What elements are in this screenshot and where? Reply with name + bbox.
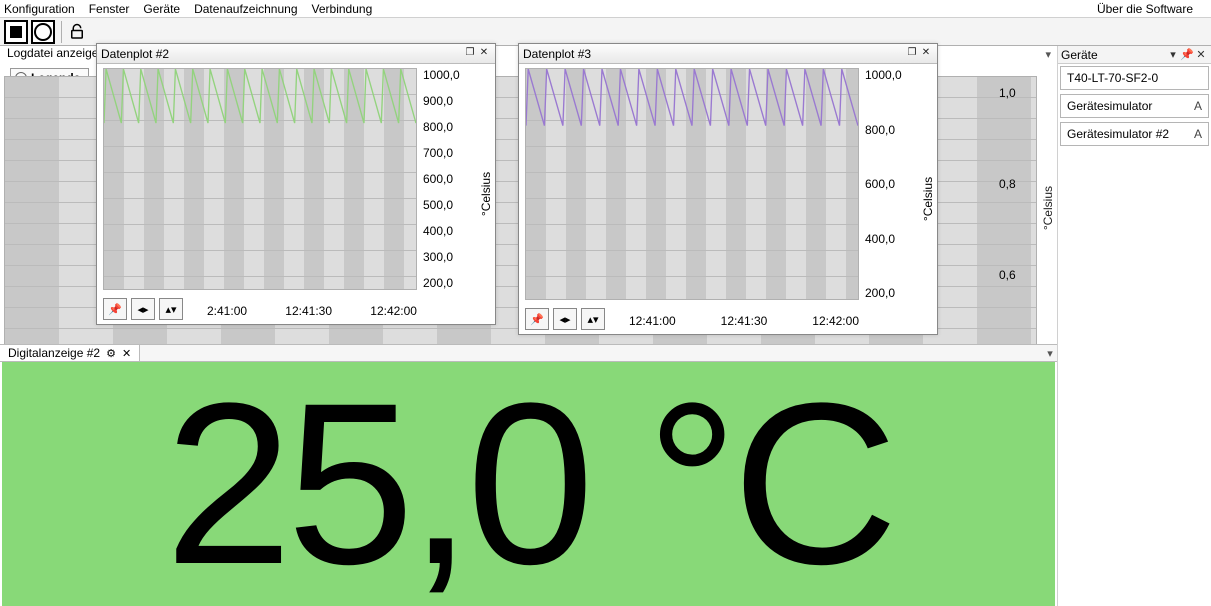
plot3-pin-button[interactable]: 📌 <box>525 308 549 330</box>
plot2-zoom-button[interactable]: ▴▾ <box>159 298 183 320</box>
digital-tab[interactable]: Digitalanzeige #2 ⚙ ✕ <box>0 345 140 361</box>
devices-dropdown-icon[interactable]: ▾ <box>1166 48 1180 61</box>
devices-pin-icon[interactable]: 📌 <box>1180 48 1194 61</box>
plot3-chart <box>525 68 859 300</box>
digital-display: 25,0 °C <box>2 362 1055 606</box>
plot3-toolbar: 📌 ◂▸ ▴▾ <box>525 308 605 330</box>
devices-list: T40-LT-70-SF2-0 Gerätesimulator A Geräte… <box>1058 64 1211 148</box>
plot3-maximize-icon[interactable]: ❐ <box>905 47 919 61</box>
digital-pin-icon[interactable]: ▾ <box>1043 347 1057 360</box>
plot2-toolbar: 📌 ◂▸ ▴▾ <box>103 298 183 320</box>
close-icon[interactable]: ✕ <box>122 347 131 360</box>
plot3-zoom-button[interactable]: ▴▾ <box>581 308 605 330</box>
menu-konfiguration[interactable]: Konfiguration <box>4 2 75 16</box>
device-item[interactable]: Gerätesimulator #2 A <box>1060 122 1209 146</box>
plot2-y-ticks: 1000,0900,0800,0700,0600,0500,0400,0300,… <box>423 68 477 290</box>
digital-value: 25,0 °C <box>165 369 893 599</box>
stop-button[interactable] <box>4 20 28 44</box>
menubar: Konfiguration Fenster Geräte Datenaufzei… <box>0 0 1211 18</box>
menu-fenster[interactable]: Fenster <box>89 2 130 16</box>
plot3-title: Datenplot #3 <box>523 47 905 61</box>
background-area: Logdatei anzeigen ▾ ▾ Legende °Celsius 1… <box>0 46 1057 606</box>
plot2-titlebar[interactable]: Datenplot #2 ❐ ✕ <box>97 44 495 64</box>
plot2-close-icon[interactable]: ✕ <box>477 47 491 61</box>
menu-verbindung[interactable]: Verbindung <box>312 2 373 16</box>
plot2-y-axis-label: °Celsius <box>479 172 493 216</box>
device-item[interactable]: T40-LT-70-SF2-0 <box>1060 66 1209 90</box>
plot3-titlebar[interactable]: Datenplot #3 ❐ ✕ <box>519 44 937 64</box>
lock-icon[interactable] <box>65 20 89 44</box>
toolbar <box>0 18 1211 46</box>
plot3-pan-button[interactable]: ◂▸ <box>553 308 577 330</box>
plot3-y-axis-label: °Celsius <box>921 177 935 221</box>
bg-y-axis-label: °Celsius <box>1041 186 1055 230</box>
plot2-pan-button[interactable]: ◂▸ <box>131 298 155 320</box>
plot2-x-ticks: 2:41:0012:41:3012:42:00 <box>207 304 417 318</box>
plot3-y-ticks: 1000,0800,0600,0400,0200,0 <box>865 68 919 300</box>
menu-about[interactable]: Über die Software <box>1097 2 1193 16</box>
devices-header-label: Geräte <box>1061 48 1166 62</box>
devices-panel: Geräte ▾ 📌 ✕ T40-LT-70-SF2-0 Gerätesimul… <box>1057 46 1211 606</box>
plot-window-3[interactable]: Datenplot #3 ❐ ✕ ▾ Legende <box>518 43 938 335</box>
gear-icon[interactable]: ⚙ <box>106 347 116 360</box>
toolbar-separator <box>61 21 62 43</box>
digital-tab-row: Digitalanzeige #2 ⚙ ✕ ▾ <box>0 344 1057 362</box>
plot3-close-icon[interactable]: ✕ <box>919 47 933 61</box>
devices-header: Geräte ▾ 📌 ✕ <box>1058 46 1211 64</box>
plot2-chart <box>103 68 417 290</box>
background-pin-icon[interactable]: ▾ <box>1045 48 1051 61</box>
plot3-x-ticks: 12:41:0012:41:3012:42:00 <box>629 314 859 328</box>
plot2-pin-button[interactable]: 📌 <box>103 298 127 320</box>
menu-geraete[interactable]: Geräte <box>143 2 180 16</box>
logfile-tab-label: Logdatei anzeigen <box>4 46 108 60</box>
digital-tab-label: Digitalanzeige #2 <box>8 346 100 360</box>
plot-window-2[interactable]: Datenplot #2 ❐ ✕ ▾ Legende <box>96 43 496 325</box>
plot2-maximize-icon[interactable]: ❐ <box>463 47 477 61</box>
device-item[interactable]: Gerätesimulator A <box>1060 94 1209 118</box>
record-button[interactable] <box>31 20 55 44</box>
plot2-title: Datenplot #2 <box>101 47 463 61</box>
menu-datenaufzeichnung[interactable]: Datenaufzeichnung <box>194 2 297 16</box>
devices-close-icon[interactable]: ✕ <box>1194 48 1208 61</box>
